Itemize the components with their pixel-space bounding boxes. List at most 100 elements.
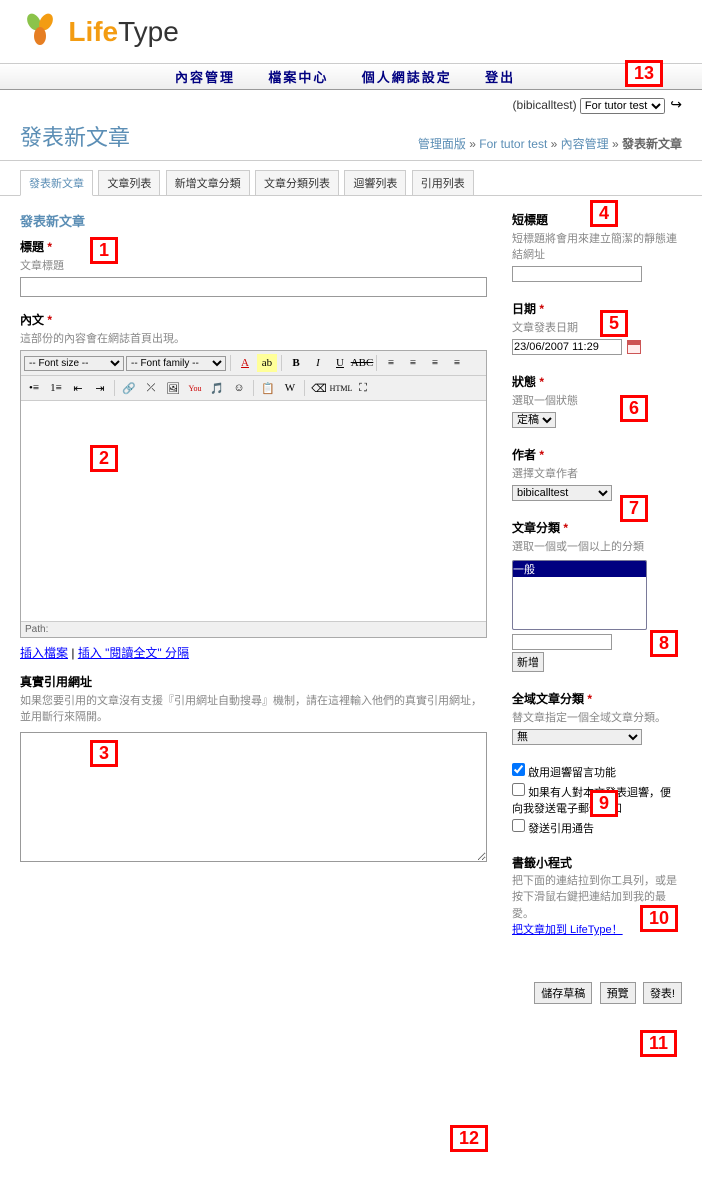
numlist-icon[interactable]: 1≡ [46, 379, 66, 397]
annotation-2: 2 [90, 445, 118, 472]
page-title: 發表新文章 [20, 120, 130, 152]
date-help: 文章發表日期 [512, 319, 682, 335]
sub-tabs: 發表新文章 文章列表 新增文章分類 文章分類列表 迴響列表 引用列表 [0, 161, 702, 196]
body-help: 這部份的內容會在網誌首頁出現。 [20, 330, 487, 346]
tab-newcat[interactable]: 新增文章分類 [166, 170, 250, 195]
status-select[interactable]: 定稿 [512, 412, 556, 428]
media-icon[interactable]: 🎵 [207, 379, 227, 397]
align-left-icon[interactable]: ≡ [381, 354, 401, 372]
status-help: 選取一個狀態 [512, 392, 682, 408]
emoticon-icon[interactable]: ☺ [229, 379, 249, 397]
nav-files[interactable]: 檔案中心 [268, 70, 328, 85]
align-right-icon[interactable]: ≡ [425, 354, 445, 372]
global-category-help: 替文章指定一個全域文章分類。 [512, 709, 682, 725]
slug-input[interactable] [512, 266, 642, 282]
new-category-input[interactable] [512, 634, 612, 650]
logo-area: LifeType [0, 0, 702, 63]
italic-icon[interactable]: I [308, 354, 328, 372]
save-draft-button[interactable]: 儲存草稿 [534, 982, 592, 1004]
blog-select[interactable]: For tutor test [580, 98, 665, 114]
image-icon[interactable]: 🖼 [163, 379, 183, 397]
current-user: (bibicalltest) [513, 98, 577, 112]
fontsize-select[interactable]: -- Font size -- [24, 356, 124, 371]
tab-newpost[interactable]: 發表新文章 [20, 170, 93, 196]
bookmarklet-label: 書籤小程式 [512, 856, 572, 870]
underline-icon[interactable]: U [330, 354, 350, 372]
bold-icon[interactable]: B [286, 354, 306, 372]
slug-label: 短標題 [512, 213, 548, 227]
go-icon[interactable]: ↪ [670, 96, 682, 113]
annotation-10: 10 [640, 905, 678, 932]
slug-help: 短標題將會用來建立簡潔的靜態連結網址 [512, 230, 682, 262]
outdent-icon[interactable]: ⇤ [68, 379, 88, 397]
paste-icon[interactable]: 📋 [258, 379, 278, 397]
author-select[interactable]: bibicalltest [512, 485, 612, 501]
nav-logout[interactable]: 登出 [485, 70, 515, 85]
editor-toolbar-2: •≡ 1≡ ⇤ ⇥ 🔗 ⤫ 🖼 You 🎵 ☺ 📋 W ⌫ HTML ⛶ [21, 376, 486, 401]
bookmarklet-link[interactable]: 把文章加到 LifeType！ [512, 924, 623, 936]
fullscreen-icon[interactable]: ⛶ [353, 379, 373, 397]
bc-content[interactable]: 內容管理 [561, 137, 609, 151]
global-category-select[interactable]: 無 [512, 729, 642, 745]
bullist-icon[interactable]: •≡ [24, 379, 44, 397]
nav-settings[interactable]: 個人網誌設定 [362, 70, 452, 85]
trackback-label: 真實引用網址 [20, 673, 487, 690]
comments-chk-label: 啟用迴響留言功能 [528, 767, 616, 779]
strike-icon[interactable]: ABC [352, 354, 372, 372]
bc-admin[interactable]: 管理面版 [418, 137, 466, 151]
category-list[interactable]: 一般 [512, 560, 647, 630]
trackback-checkbox[interactable] [512, 819, 525, 832]
annotation-11: 11 [640, 1030, 677, 1057]
annotation-8: 8 [650, 630, 678, 657]
bc-blog[interactable]: For tutor test [479, 137, 547, 151]
youtube-icon[interactable]: You [185, 379, 205, 397]
trackback-help: 如果您要引用的文章沒有支援『引用網址自動搜尋』機制，請在這裡輸入他們的真實引用網… [20, 692, 487, 724]
align-center-icon[interactable]: ≡ [403, 354, 423, 372]
tab-catlist[interactable]: 文章分類列表 [255, 170, 339, 195]
unlink-icon[interactable]: ⤫ [141, 379, 161, 397]
category-label: 文章分類 * [512, 521, 568, 535]
tab-postlist[interactable]: 文章列表 [98, 170, 160, 195]
backcolor-icon[interactable]: ab [257, 354, 277, 372]
nav-content[interactable]: 內容管理 [175, 70, 235, 85]
blog-selector-bar: (bibicalltest) For tutor test ↪ [0, 90, 702, 120]
pasteword-icon[interactable]: W [280, 379, 300, 397]
annotation-13: 13 [625, 60, 663, 87]
title-input[interactable] [20, 277, 487, 297]
form-section-title: 發表新文章 [20, 211, 487, 230]
post-button[interactable]: 發表! [643, 982, 682, 1004]
author-help: 選擇文章作者 [512, 465, 682, 481]
notify-checkbox[interactable] [512, 783, 525, 796]
tab-comments[interactable]: 迴響列表 [344, 170, 406, 195]
global-category-label: 全域文章分類 * [512, 692, 592, 706]
link-icon[interactable]: 🔗 [119, 379, 139, 397]
annotation-12: 12 [450, 1125, 488, 1152]
tab-trackbacks[interactable]: 引用列表 [412, 170, 474, 195]
annotation-5: 5 [600, 310, 628, 337]
category-help: 選取一個或一個以上的分類 [512, 538, 682, 554]
bc-current: 發表新文章 [622, 137, 682, 151]
forecolor-icon[interactable]: A [235, 354, 255, 372]
logo-text: LifeType [68, 16, 178, 48]
annotation-7: 7 [620, 495, 648, 522]
fontfamily-select[interactable]: -- Font family -- [126, 356, 226, 371]
editor-body[interactable] [21, 401, 486, 621]
date-label: 日期 * [512, 302, 544, 316]
removeformat-icon[interactable]: ⌫ [309, 379, 329, 397]
insert-file-link[interactable]: 插入檔案 [20, 646, 68, 660]
annotation-4: 4 [590, 200, 618, 227]
comments-checkbox[interactable] [512, 763, 525, 776]
html-icon[interactable]: HTML [331, 379, 351, 397]
annotation-6: 6 [620, 395, 648, 422]
trackback-chk-label: 發送引用通告 [528, 823, 594, 835]
insert-more-link[interactable]: 插入 "閱讀全文" 分隔 [78, 646, 189, 660]
annotation-9: 9 [590, 790, 618, 817]
add-category-button[interactable]: 新增 [512, 652, 544, 672]
calendar-icon[interactable] [627, 340, 641, 354]
preview-button[interactable]: 預覽 [600, 982, 636, 1004]
indent-icon[interactable]: ⇥ [90, 379, 110, 397]
breadcrumb: 管理面版 » For tutor test » 內容管理 » 發表新文章 [418, 135, 682, 152]
date-input[interactable] [512, 339, 622, 355]
footer-buttons: 儲存草稿 預覽 發表! [0, 972, 702, 1034]
align-full-icon[interactable]: ≡ [447, 354, 467, 372]
